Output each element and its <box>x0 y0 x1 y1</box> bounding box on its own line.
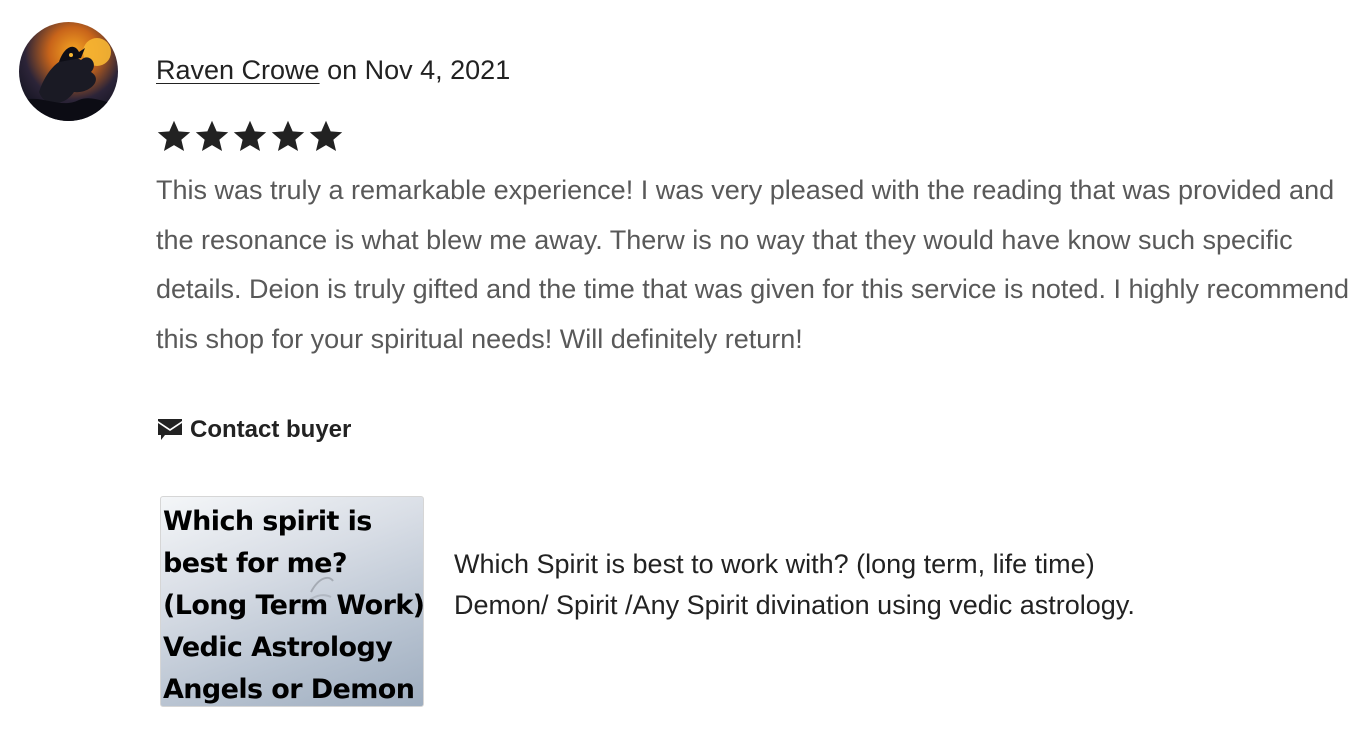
reviewer-name-link[interactable]: Raven Crowe <box>156 55 320 85</box>
reviewer-avatar[interactable] <box>19 22 118 121</box>
star-rating <box>156 118 344 154</box>
contact-buyer-button[interactable]: Contact buyer <box>156 416 351 444</box>
review-body: This was truly a remarkable experience! … <box>156 175 1350 354</box>
listing-title-link[interactable]: Which Spirit is best to work with? (long… <box>454 544 1174 625</box>
contact-buyer-label: Contact buyer <box>190 416 352 443</box>
thumbnail-text: Which spirit is best for me? (Long Term … <box>163 506 424 705</box>
star-icon <box>157 120 191 151</box>
review-header: Raven Crowe on Nov 4, 2021 <box>156 53 510 87</box>
star-icon <box>309 120 343 151</box>
star-icon <box>271 120 305 151</box>
listing-thumbnail[interactable]: Which spirit is best for me? (Long Term … <box>160 496 424 707</box>
review-date: on Nov 4, 2021 <box>319 55 511 85</box>
star-icon <box>195 120 229 151</box>
avatar-image <box>19 22 118 121</box>
star-icon <box>233 120 267 151</box>
envelope-icon <box>158 419 182 440</box>
